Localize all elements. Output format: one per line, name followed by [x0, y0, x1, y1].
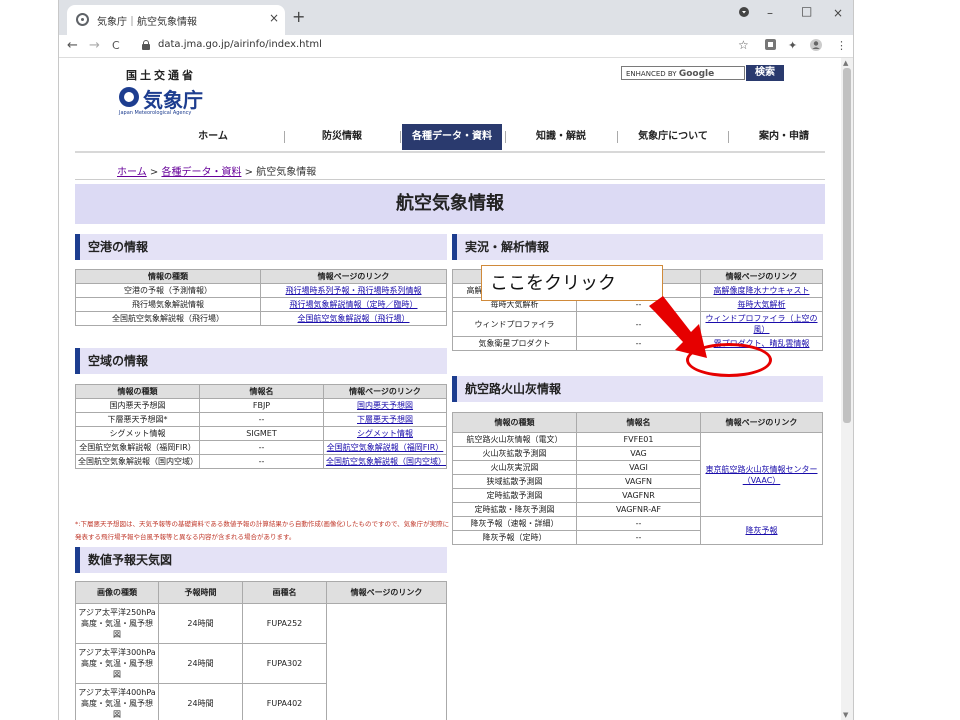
profile-avatar-icon[interactable] [810, 39, 822, 54]
analysis-heading: 実況・解析情報 [452, 234, 823, 260]
nav-home[interactable]: ホーム [143, 124, 283, 150]
nav-guide[interactable]: 案内・申請 [729, 124, 839, 150]
reload-button[interactable]: C [112, 39, 120, 52]
browser-tab[interactable]: 気象庁｜航空気象情報 × [67, 5, 285, 35]
new-tab-button[interactable]: + [292, 7, 305, 26]
table-row: アジア太平洋250hPa高度・気温・風予想図 24時間 FUPA252 [75, 603, 447, 720]
table-row: 全国航空気象解説報（飛行場） 全国航空気象解説報（飛行場） [75, 311, 447, 326]
profile-dropdown-icon[interactable] [739, 6, 749, 20]
breadcrumb-data[interactable]: 各種データ・資料 [161, 167, 241, 178]
nwp-table: 画像の種類 予報時間 画種名 情報ページのリンク アジア太平洋250hPa高度・… [75, 581, 447, 720]
tab-close-icon[interactable]: × [269, 11, 279, 25]
page-scrollbar[interactable]: ▲ ▼ [841, 58, 853, 720]
highlight-ellipse [686, 343, 772, 377]
page-title: 航空気象情報 [75, 184, 825, 224]
search-input[interactable]: ENHANCED BY Google [621, 66, 745, 80]
agency-name-en: Japan Meteorological Agency [119, 110, 192, 116]
breadcrumb-home[interactable]: ホーム [117, 167, 147, 178]
extension-icon[interactable] [765, 39, 776, 53]
nav-disaster-info[interactable]: 防災情報 [285, 124, 399, 150]
page-content: 国土交通省 気象庁 Japan Meteorological Agency EN… [59, 58, 843, 720]
volcano-table: 情報の種類 情報名 情報ページのリンク 航空路火山灰情報（電文） FVFE01 … [452, 412, 823, 545]
table-row: 空港の予報（予測情報） 飛行場時系列予報・飛行場時系列情報 [75, 283, 447, 298]
volcano-heading: 航空路火山灰情報 [452, 376, 823, 402]
address-bar-row: ← → C data.jma.go.jp/airinfo/index.html … [59, 35, 853, 58]
breadcrumb: ホーム > 各種データ・資料 > 航空気象情報 [117, 167, 317, 178]
url-text[interactable]: data.jma.go.jp/airinfo/index.html [158, 39, 322, 50]
browser-menu-icon[interactable]: ⋮ [836, 39, 847, 52]
nwp-heading: 数値予報天気図 [75, 547, 447, 573]
forward-button[interactable]: → [89, 38, 100, 53]
search-button[interactable]: 検索 [746, 65, 784, 81]
nav-divider [75, 151, 825, 153]
table-row: シグメット情報 SIGMET シグメット情報 [75, 426, 447, 441]
tab-strip: 気象庁｜航空気象情報 × + – □ × [59, 0, 853, 35]
puzzle-icon[interactable]: ✦ [788, 39, 797, 52]
tab-title: 気象庁｜航空気象情報 [97, 17, 197, 28]
lock-icon [142, 40, 150, 50]
omnibox[interactable]: data.jma.go.jp/airinfo/index.html [132, 35, 750, 57]
table-row: 飛行場気象解説情報 飛行場気象解説情報（定時／臨時） [75, 297, 447, 312]
footnote: *:下層悪天予想図は、天気予報等の基礎資料である数値予報の計算結果から自動作成(… [75, 520, 450, 541]
maximize-button[interactable]: □ [801, 4, 812, 18]
browser-window: 気象庁｜航空気象情報 × + – □ × ← → C data.jma.go.j… [58, 0, 854, 720]
airspace-table: 情報の種類 情報名 情報ページのリンク 国内悪天予想図 FBJP 国内悪天予想図… [75, 384, 447, 469]
vaac-link[interactable]: 東京航空路火山灰情報センター（VAAC） [700, 432, 823, 517]
table-row: 下層悪天予想図* -- 下層悪天予想図 [75, 412, 447, 427]
nav-knowledge[interactable]: 知識・解説 [506, 124, 616, 150]
bookmark-star-icon[interactable]: ☆ [738, 38, 749, 52]
jma-logo-icon[interactable] [119, 87, 139, 107]
scroll-down-arrow-icon[interactable]: ▼ [843, 711, 848, 719]
table-row: ウィンドプロファイラ -- ウィンドプロファイラ（上空の風） [452, 311, 823, 337]
table-row: 全国航空気象解説報（福岡FIR） -- 全国航空気象解説報（福岡FIR） [75, 440, 447, 455]
globe-favicon-icon [76, 13, 89, 26]
back-button[interactable]: ← [67, 38, 78, 53]
search-prefix: ENHANCED BY [626, 70, 677, 78]
table-row: 降灰予報（速報・詳細） -- 降灰予報 [452, 516, 823, 545]
global-nav: ホーム 防災情報 各種データ・資料 知識・解説 気象庁について 案内・申請 [143, 124, 809, 150]
ash-forecast-link[interactable]: 降灰予報 [700, 516, 823, 545]
nav-data[interactable]: 各種データ・資料 [402, 124, 502, 150]
airport-heading: 空港の情報 [75, 234, 447, 260]
scrollbar-thumb[interactable] [843, 68, 851, 423]
airport-table: 情報の種類 情報ページのリンク 空港の予報（予測情報） 飛行場時系列予報・飛行場… [75, 269, 447, 326]
agency-name[interactable]: 気象庁 [143, 84, 203, 113]
scroll-up-arrow-icon[interactable]: ▲ [843, 59, 848, 67]
search-brand: Google [678, 69, 715, 79]
table-row: 全国航空気象解説報（国内空域） -- 全国航空気象解説報（国内空域） [75, 454, 447, 469]
table-row: 気象衛星プロダクト -- 霧プロダクト、晴乱雲情報 [452, 336, 823, 351]
window-close-button[interactable]: × [833, 6, 843, 20]
breadcrumb-current: 航空気象情報 [256, 167, 317, 178]
minimize-button[interactable]: – [767, 6, 773, 20]
table-row: 航空路火山灰情報（電文） FVFE01 東京航空路火山灰情報センター（VAAC） [452, 432, 823, 517]
airspace-heading: 空域の情報 [75, 348, 447, 374]
click-here-callout: ここをクリック [481, 265, 663, 301]
table-row: 国内悪天予想図 FBJP 国内悪天予想図 [75, 398, 447, 413]
nav-about[interactable]: 気象庁について [618, 124, 728, 150]
ministry-name: 国土交通省 [126, 69, 196, 82]
